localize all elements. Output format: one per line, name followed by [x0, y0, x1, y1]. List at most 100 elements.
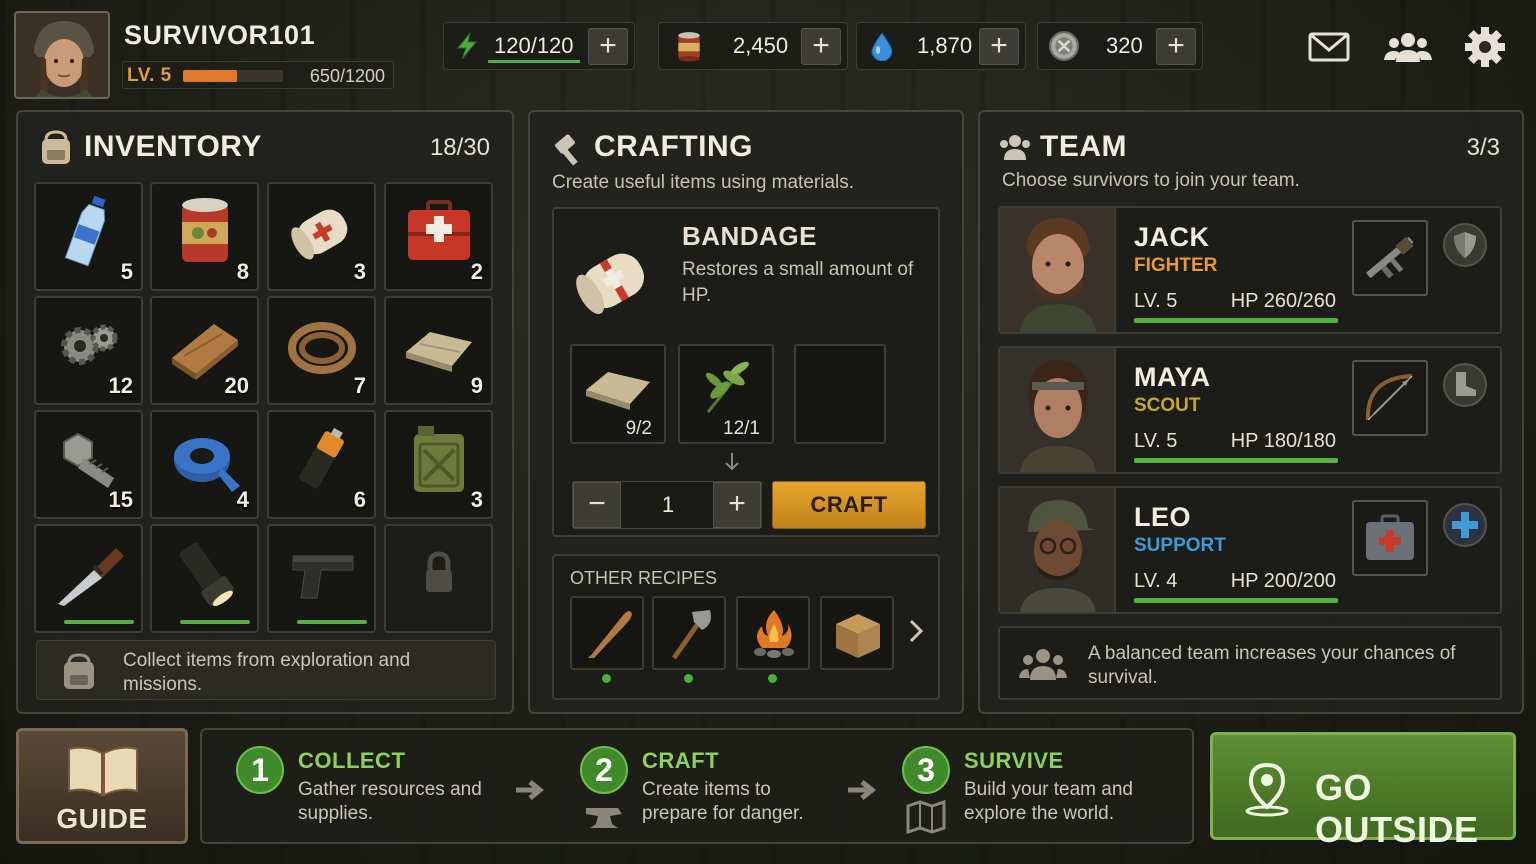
anvil-icon — [586, 808, 622, 828]
friends-icon[interactable] — [1382, 24, 1434, 70]
slot-quantity: 4 — [236, 487, 249, 512]
team-member-maya[interactable]: MAYA SCOUT LV. 5 HP 180/180 — [998, 346, 1502, 474]
member-equipment[interactable] — [1352, 500, 1428, 576]
craft-quantity: 1 — [661, 492, 675, 517]
xp-text: 650/1200 — [309, 66, 385, 86]
xp-fill — [183, 70, 237, 82]
go-outside-button[interactable]: GO OUTSIDE — [1210, 732, 1516, 850]
inventory-slot-rope[interactable]: 7 — [267, 296, 376, 405]
supply-crate-icon — [836, 614, 880, 658]
rope-icon — [288, 322, 356, 374]
durability-bar — [64, 620, 134, 624]
arrow-right-icon — [516, 780, 545, 800]
chevron-right-icon[interactable] — [908, 618, 924, 644]
inventory-slot-fuel-canister[interactable]: 3 — [384, 410, 493, 519]
recipe-name: BANDAGE — [682, 221, 817, 251]
durability-bar — [180, 620, 250, 624]
mail-icon[interactable] — [1306, 24, 1352, 70]
member-hp-bar — [1134, 598, 1338, 603]
member-portrait — [1000, 348, 1116, 472]
team-count: 3/3 — [1466, 134, 1500, 161]
backpack-icon — [42, 130, 70, 164]
guide-label: GUIDE — [56, 803, 148, 834]
member-portrait — [1000, 488, 1116, 612]
medkit-icon — [1366, 514, 1414, 560]
slot-quantity: 5 — [120, 259, 133, 284]
member-equipment[interactable] — [1352, 360, 1428, 436]
team-member-jack[interactable]: JACK FIGHTER LV. 5 HP 260/260 — [998, 206, 1502, 334]
recipe-baseball-bat[interactable] — [570, 596, 644, 670]
recipe-hatchet[interactable] — [652, 596, 726, 670]
team-icon — [1000, 135, 1030, 160]
food-can-icon — [678, 32, 700, 62]
member-level: LV. 5 — [1134, 290, 1178, 312]
inventory-slot-wood-plank[interactable]: 20 — [150, 296, 259, 405]
guide-button[interactable]: GUIDE — [16, 728, 188, 844]
inventory-slot-duct-tape[interactable]: 4 — [150, 410, 259, 519]
bandage-icon — [291, 209, 348, 260]
assault-rifle-icon — [1365, 236, 1414, 279]
craft-button[interactable]: CRAFT — [772, 481, 926, 529]
member-role: SCOUT — [1134, 395, 1201, 416]
food-value: 2,450 — [733, 33, 789, 58]
slot-quantity: 15 — [108, 487, 133, 512]
go-outside-label: GO OUTSIDE — [1315, 767, 1479, 850]
add-energy-button[interactable]: + — [588, 28, 628, 65]
recipe-supply-crate[interactable] — [820, 596, 894, 670]
water-drop-icon — [871, 32, 893, 61]
slot-quantity: 3 — [470, 487, 483, 512]
material-slot-cloth: 9/2 — [570, 344, 666, 444]
parts-resource: 320 + — [1037, 22, 1203, 70]
add-food-button[interactable]: + — [801, 28, 841, 65]
team-hint-text: A balanced team increases your chances o… — [1088, 643, 1456, 688]
member-hp-fill — [1134, 598, 1338, 603]
decrease-button[interactable]: − — [573, 482, 621, 528]
player-name: SURVIVOR101 — [124, 20, 316, 50]
settings-icon[interactable] — [1462, 24, 1508, 70]
inventory-slot-cloth[interactable]: 9 — [384, 296, 493, 405]
inventory-slot-medkit[interactable]: 2 — [384, 182, 493, 291]
energy-bar — [488, 60, 580, 63]
member-portrait — [1000, 208, 1116, 332]
member-level: LV. 5 — [1134, 430, 1178, 452]
inventory-slot-flashlight[interactable] — [150, 524, 259, 633]
hammer-icon — [555, 134, 578, 166]
add-water-button[interactable]: + — [979, 28, 1019, 65]
step-title: SURVIVE — [964, 748, 1064, 773]
inventory-slot-water-bottle[interactable]: 5 — [34, 182, 143, 291]
slot-quantity: 2 — [470, 259, 483, 284]
step-description: Create items to prepare for danger. — [642, 779, 804, 824]
member-hp-bar — [1134, 458, 1338, 463]
add-parts-button[interactable]: + — [1156, 28, 1196, 65]
flashlight-icon — [179, 542, 234, 607]
step-title: CRAFT — [642, 748, 720, 773]
team-member-leo[interactable]: LEO SUPPORT LV. 4 HP 200/200 — [998, 486, 1502, 614]
water-value: 1,870 — [917, 33, 973, 58]
inventory-slot-battery[interactable]: 6 — [267, 410, 376, 519]
shield-icon — [1443, 223, 1487, 267]
inventory-slot-pistol[interactable] — [267, 524, 376, 633]
crafting-panel: CRAFTING Create useful items using mater… — [528, 110, 964, 714]
member-equipment[interactable] — [1352, 220, 1428, 296]
inventory-count: 18/30 — [429, 134, 490, 161]
boot-icon — [1443, 363, 1487, 407]
how-to-play-steps: 1 COLLECT Gather resources and supplies.… — [200, 728, 1194, 844]
member-hp: HP 180/180 — [1230, 430, 1336, 452]
parts-value: 320 — [1106, 33, 1143, 58]
player-avatar[interactable] — [14, 11, 110, 99]
inventory-slot-bandage[interactable]: 3 — [267, 182, 376, 291]
energy-value: 120/120 — [494, 33, 574, 58]
inventory-slot-bolt[interactable]: 15 — [34, 410, 143, 519]
hatchet-icon — [671, 610, 711, 660]
inventory-hint-text: Collect items from exploration and missi… — [123, 650, 411, 695]
inventory-title: INVENTORY — [84, 130, 262, 163]
inventory-slot-food-can[interactable]: 8 — [150, 182, 259, 291]
food-can-icon — [182, 198, 228, 262]
team-subtitle: Choose survivors to join your team. — [1002, 170, 1300, 191]
quantity-stepper: − 1 + — [572, 481, 762, 529]
inventory-slot-knife[interactable] — [34, 524, 143, 633]
available-dot — [768, 674, 777, 683]
recipe-campfire[interactable] — [736, 596, 810, 670]
increase-button[interactable]: + — [713, 482, 761, 528]
inventory-slot-scrap-metal[interactable]: 12 — [34, 296, 143, 405]
